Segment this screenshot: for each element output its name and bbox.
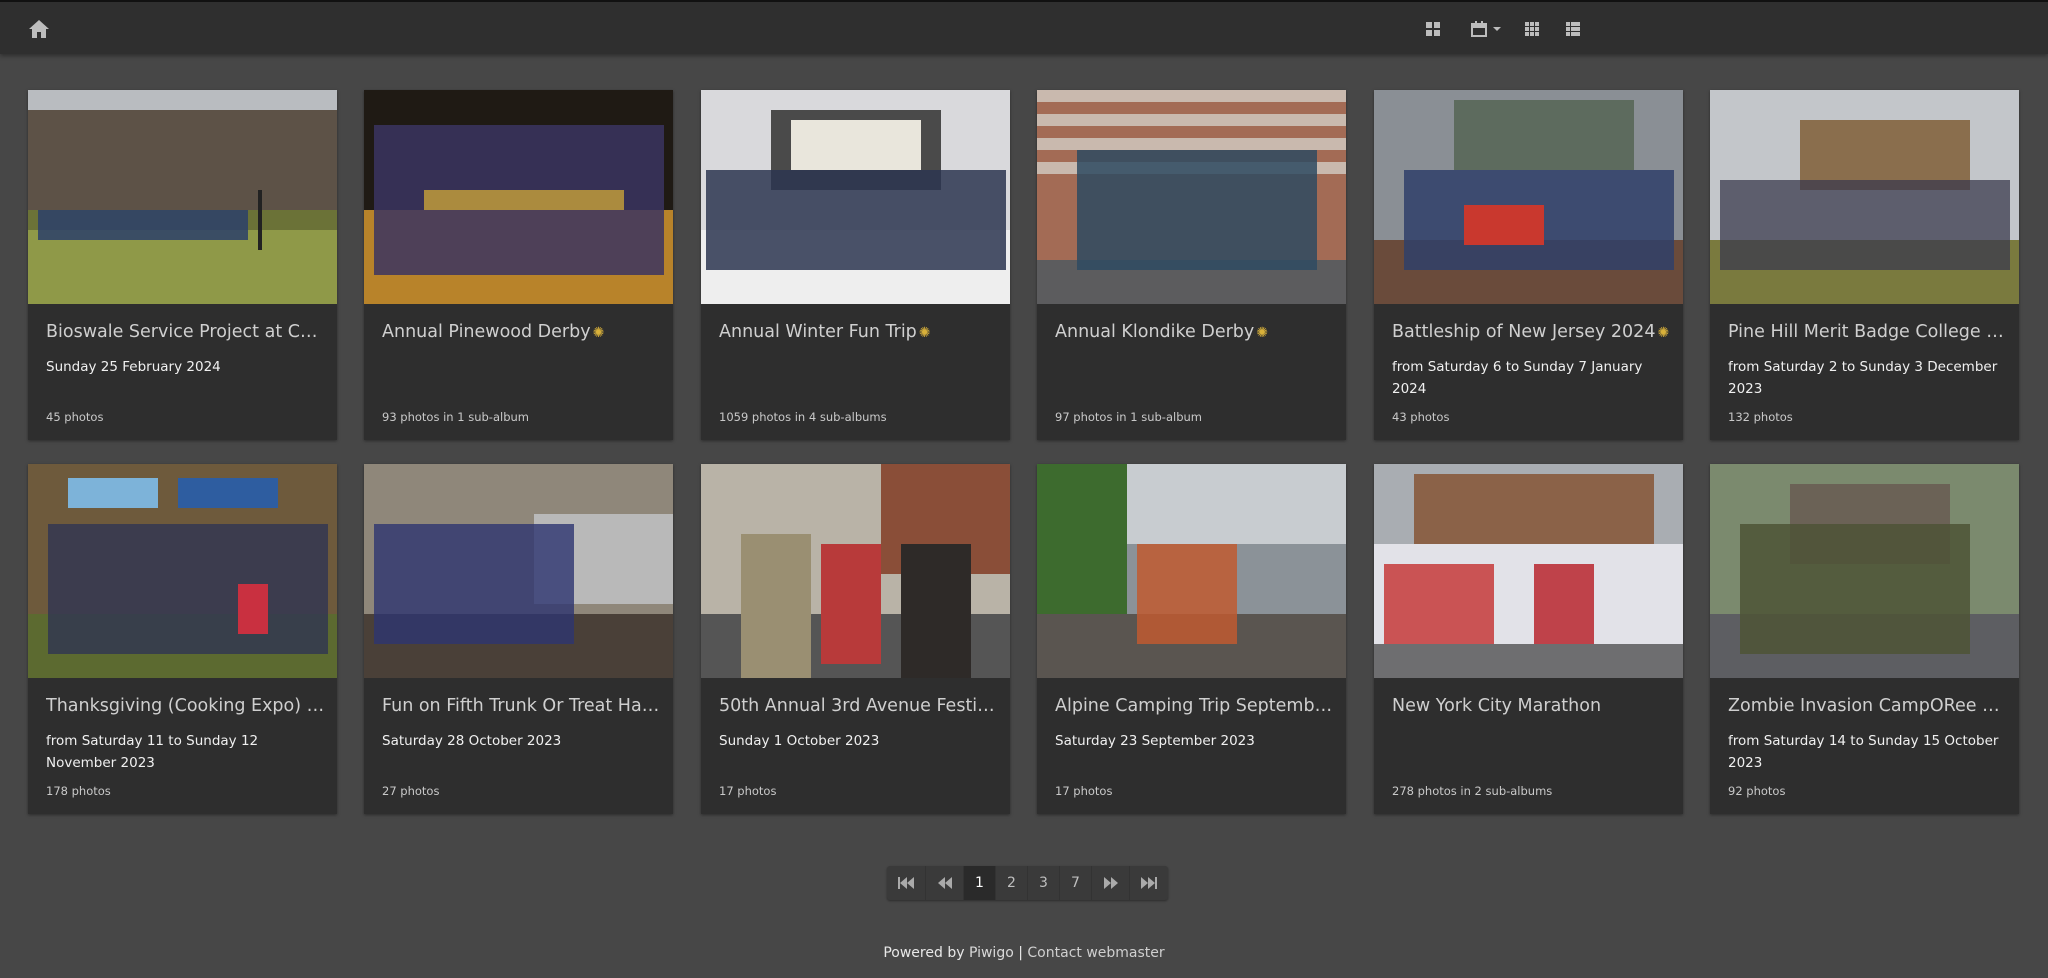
album-thumbnail[interactable]: [1374, 464, 1683, 678]
grid-icon[interactable]: [1422, 16, 1444, 42]
album-thumbnail[interactable]: [28, 90, 337, 304]
page-7-link[interactable]: 7: [1060, 866, 1092, 900]
thumbnails-icon[interactable]: [1521, 16, 1543, 42]
album-title-text[interactable]: Annual Klondike Derby: [1055, 322, 1254, 342]
album-title-text[interactable]: Annual Pinewood Derby: [382, 322, 591, 342]
album-date: Sunday 25 February 2024: [46, 359, 221, 375]
album-title-text[interactable]: Alpine Camping Trip September ...: [1055, 696, 1337, 716]
album-card[interactable]: New York City Marathon 278 photos in 2 s…: [1374, 464, 1683, 814]
album-title-text[interactable]: 50th Annual 3rd Avenue Festival: [719, 696, 1001, 716]
album-photo-count: 97 photos in 1 sub-album: [1055, 410, 1202, 424]
page-2-link[interactable]: 2: [996, 866, 1028, 900]
album-thumbnail[interactable]: [1037, 464, 1346, 678]
album-thumbnail[interactable]: [1710, 90, 2019, 304]
album-title[interactable]: Annual Pinewood Derby ✺: [382, 322, 664, 342]
album-date: from Saturday 2 to Sunday 3 December 202…: [1728, 359, 1998, 397]
album-photo-count: 45 photos: [46, 410, 104, 424]
album-photo-count: 43 photos: [1392, 410, 1450, 424]
album-photo-count: 278 photos in 2 sub-albums: [1392, 784, 1553, 798]
album-card[interactable]: Zombie Invasion CampORee 2023 from Satur…: [1710, 464, 2019, 814]
album-title-text[interactable]: Battleship of New Jersey 2024: [1392, 322, 1655, 342]
new-sparkle-icon: ✺: [1256, 325, 1268, 341]
album-date: Sunday 1 October 2023: [719, 733, 880, 749]
album-date: from Saturday 6 to Sunday 7 January 2024: [1392, 359, 1643, 397]
album-card[interactable]: Annual Klondike Derby ✺ 97 photos in 1 su…: [1037, 90, 1346, 440]
album-title[interactable]: Zombie Invasion CampORee 2023: [1728, 696, 2010, 716]
last-page-icon[interactable]: [1130, 866, 1168, 900]
album-thumbnail[interactable]: [364, 90, 673, 304]
album-thumbnail[interactable]: [364, 464, 673, 678]
home-icon[interactable]: [28, 18, 50, 40]
album-photo-count: 132 photos: [1728, 410, 1793, 424]
contact-webmaster-link[interactable]: Contact webmaster: [1027, 945, 1164, 961]
album-title[interactable]: Fun on Fifth Trunk Or Treat Hallo...: [382, 696, 664, 716]
album-title-text[interactable]: Pine Hill Merit Badge College Tri...: [1728, 322, 2010, 342]
previous-page-icon[interactable]: [926, 866, 964, 900]
album-title[interactable]: Pine Hill Merit Badge College Tri...: [1728, 322, 2010, 342]
album-date: from Saturday 14 to Sunday 15 October 20…: [1728, 733, 1999, 771]
album-title-text[interactable]: Annual Winter Fun Trip: [719, 322, 917, 342]
album-title-text[interactable]: Thanksgiving (Cooking Expo) Po...: [46, 696, 328, 716]
album-title-text[interactable]: Bioswale Service Project at Conf...: [46, 322, 328, 342]
album-date: from Saturday 11 to Sunday 12 November 2…: [46, 733, 259, 771]
album-thumbnail[interactable]: [1374, 90, 1683, 304]
new-sparkle-icon: ✺: [1657, 325, 1670, 341]
album-title[interactable]: Annual Winter Fun Trip ✺: [719, 322, 1001, 342]
album-title-text[interactable]: Fun on Fifth Trunk Or Treat Hallo...: [382, 696, 664, 716]
album-card[interactable]: Annual Winter Fun Trip ✺ 1059 photos in 4…: [701, 90, 1010, 440]
album-title[interactable]: Thanksgiving (Cooking Expo) Po...: [46, 696, 328, 716]
album-date: Saturday 23 September 2023: [1055, 733, 1255, 749]
album-date: Saturday 28 October 2023: [382, 733, 562, 749]
album-title[interactable]: Battleship of New Jersey 2024 ✺: [1392, 322, 1674, 342]
album-card[interactable]: Thanksgiving (Cooking Expo) Po... from S…: [28, 464, 337, 814]
album-photo-count: 93 photos in 1 sub-album: [382, 410, 529, 424]
album-photo-count: 17 photos: [1055, 784, 1113, 798]
album-title[interactable]: Bioswale Service Project at Conf...: [46, 322, 328, 342]
album-photo-count: 27 photos: [382, 784, 440, 798]
next-page-icon[interactable]: [1092, 866, 1130, 900]
album-thumbnail[interactable]: [701, 90, 1010, 304]
top-navbar: [0, 0, 2048, 54]
album-title[interactable]: New York City Marathon: [1392, 696, 1674, 716]
album-thumbnail[interactable]: [1710, 464, 2019, 678]
album-card[interactable]: Annual Pinewood Derby ✺ 93 photos in 1 su…: [364, 90, 673, 440]
album-card[interactable]: Bioswale Service Project at Conf... Sund…: [28, 90, 337, 440]
album-thumbnail[interactable]: [28, 464, 337, 678]
footer: Powered by Piwigo | Contact webmaster: [0, 945, 2048, 961]
album-title[interactable]: Annual Klondike Derby ✺: [1055, 322, 1337, 342]
album-thumbnail[interactable]: [701, 464, 1010, 678]
pagination: 1 2 3 7: [887, 866, 1168, 900]
album-photo-count: 178 photos: [46, 784, 111, 798]
piwigo-link[interactable]: Piwigo: [969, 945, 1014, 961]
album-photo-count: 1059 photos in 4 sub-albums: [719, 410, 887, 424]
page-3-link[interactable]: 3: [1028, 866, 1060, 900]
album-thumbnail[interactable]: [1037, 90, 1346, 304]
album-card[interactable]: Pine Hill Merit Badge College Tri... fro…: [1710, 90, 2019, 440]
calendar-icon[interactable]: [1468, 16, 1508, 42]
powered-by-text: Powered by: [883, 945, 965, 961]
album-title[interactable]: Alpine Camping Trip September ...: [1055, 696, 1337, 716]
album-title[interactable]: 50th Annual 3rd Avenue Festival: [719, 696, 1001, 716]
album-card[interactable]: Battleship of New Jersey 2024 ✺ from Satu…: [1374, 90, 1683, 440]
album-title-text[interactable]: New York City Marathon: [1392, 696, 1601, 716]
album-photo-count: 17 photos: [719, 784, 777, 798]
album-card[interactable]: Alpine Camping Trip September ... Saturd…: [1037, 464, 1346, 814]
album-photo-count: 92 photos: [1728, 784, 1786, 798]
album-card[interactable]: Fun on Fifth Trunk Or Treat Hallo... Sat…: [364, 464, 673, 814]
page-1-link[interactable]: 1: [964, 866, 996, 900]
album-card[interactable]: 50th Annual 3rd Avenue Festival Sunday 1…: [701, 464, 1010, 814]
new-sparkle-icon: ✺: [592, 325, 605, 341]
first-page-icon[interactable]: [887, 866, 926, 900]
new-sparkle-icon: ✺: [918, 325, 931, 341]
footer-separator: |: [1018, 945, 1023, 961]
album-title-text[interactable]: Zombie Invasion CampORee 2023: [1728, 696, 2010, 716]
list-icon[interactable]: [1562, 16, 1584, 42]
